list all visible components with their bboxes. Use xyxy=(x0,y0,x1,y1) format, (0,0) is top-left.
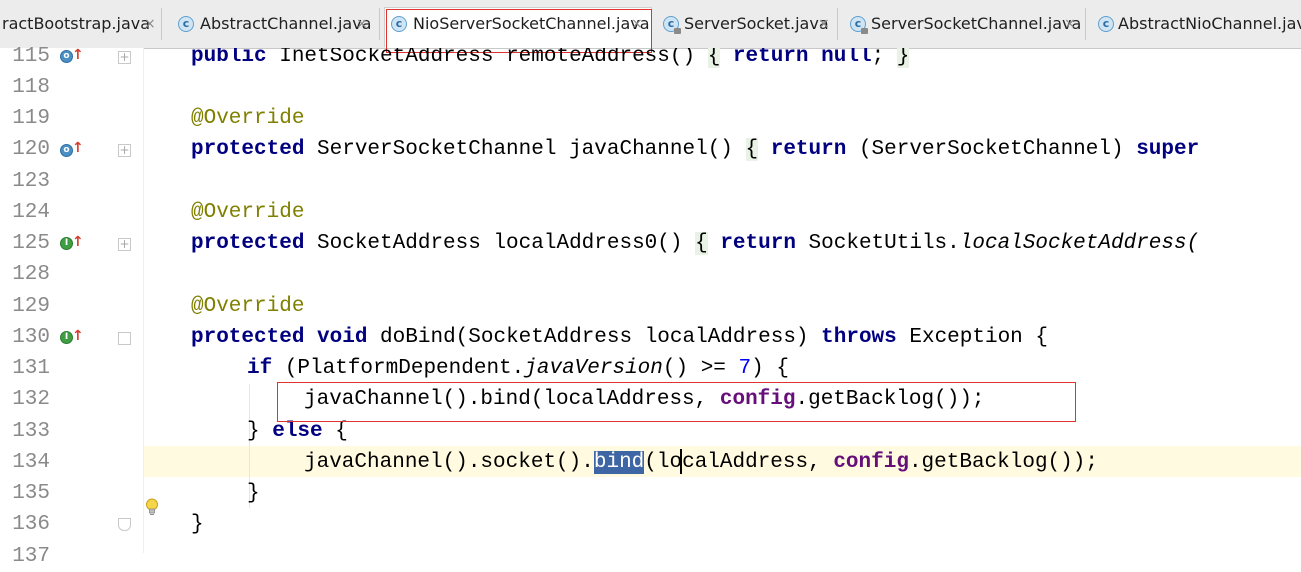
code-line-129: @Override xyxy=(191,295,305,318)
close-icon[interactable]: × xyxy=(631,8,643,40)
code-line-134: javaChannel().socket().bind(localAddress… xyxy=(304,451,1098,474)
line-number: 136 xyxy=(12,513,50,536)
class-icon: c xyxy=(1098,16,1114,32)
navigate-up-arrow-icon[interactable]: ↑ xyxy=(72,327,84,345)
line-number: 131 xyxy=(12,357,50,380)
line-number: 133 xyxy=(12,420,50,443)
code-line-130: protected void doBind(SocketAddress loca… xyxy=(191,326,1048,349)
code-line-135: } xyxy=(247,482,260,505)
line-number: 115 xyxy=(12,45,50,68)
code-line-120: protected ServerSocketChannel javaChanne… xyxy=(191,138,1200,161)
tab-abstract-bootstrap[interactable]: ractBootstrap.java × xyxy=(0,8,162,40)
line-number: 130 xyxy=(12,326,50,349)
locked-class-icon: c xyxy=(663,16,681,34)
line-number: 132 xyxy=(12,388,50,411)
class-icon: c xyxy=(178,16,194,32)
navigate-up-arrow-icon[interactable]: ↑ xyxy=(72,46,84,64)
code-line-133: } else { xyxy=(247,420,348,443)
line-number: 129 xyxy=(12,295,50,318)
line-number: 124 xyxy=(12,201,50,224)
code-editor[interactable]: public InetSocketAddress remoteAddress()… xyxy=(144,48,1301,553)
locked-class-icon: c xyxy=(850,16,868,34)
fold-expand-icon[interactable]: + xyxy=(118,51,131,64)
line-number: 137 xyxy=(12,545,50,568)
fold-collapse-icon[interactable] xyxy=(118,332,131,345)
code-line-131: if (PlatformDependent.javaVersion() >= 7… xyxy=(247,357,789,380)
code-line-115: public InetSocketAddress remoteAddress()… xyxy=(191,48,910,72)
fold-end-icon[interactable] xyxy=(118,518,131,531)
class-icon: c xyxy=(391,16,407,32)
tab-server-socket[interactable]: c ServerSocket.java × xyxy=(656,8,838,40)
tab-nio-server-socket-channel[interactable]: c NioServerSocketChannel.java × xyxy=(384,7,652,48)
fold-expand-icon[interactable]: + xyxy=(118,144,131,157)
line-number: 128 xyxy=(12,263,50,286)
close-icon[interactable]: × xyxy=(818,8,830,40)
close-icon[interactable]: × xyxy=(356,8,368,40)
tab-label: AbstractNioChannel.java xyxy=(1118,14,1301,33)
tab-server-socket-channel[interactable]: c ServerSocketChannel.java × xyxy=(840,8,1086,40)
line-number: 134 xyxy=(12,451,50,474)
code-line-132: javaChannel().bind(localAddress, config.… xyxy=(304,388,985,411)
close-icon[interactable]: × xyxy=(1064,8,1076,40)
tab-label: ractBootstrap.java xyxy=(2,14,151,33)
line-number: 135 xyxy=(12,482,50,505)
tab-abstract-nio-channel[interactable]: c AbstractNioChannel.java xyxy=(1088,8,1301,40)
tab-abstract-channel[interactable]: c AbstractChannel.java × xyxy=(166,8,380,40)
line-number: 120 xyxy=(12,138,50,161)
navigate-up-arrow-icon[interactable]: ↑ xyxy=(72,139,84,157)
editor-tab-bar: ractBootstrap.java × c AbstractChannel.j… xyxy=(0,0,1301,49)
text-caret xyxy=(680,449,682,474)
tab-label: ServerSocket.java xyxy=(684,14,829,33)
tab-label: ServerSocketChannel.java xyxy=(871,14,1082,33)
line-number: 123 xyxy=(12,170,50,193)
code-line-124: @Override xyxy=(191,201,305,224)
code-line-136: } xyxy=(191,513,204,536)
code-line-125: protected SocketAddress localAddress0() … xyxy=(191,232,1200,255)
close-icon[interactable]: × xyxy=(144,8,156,40)
tab-label: NioServerSocketChannel.java xyxy=(413,14,650,33)
fold-expand-icon[interactable]: + xyxy=(118,238,131,251)
editor-gutter: 115 118 119 120 123 124 125 128 129 130 … xyxy=(0,45,158,568)
navigate-up-arrow-icon[interactable]: ↑ xyxy=(72,233,84,251)
line-number: 125 xyxy=(12,232,50,255)
line-number: 119 xyxy=(12,107,50,130)
code-line-119: @Override xyxy=(191,107,305,130)
line-number: 118 xyxy=(12,76,50,99)
tab-label: AbstractChannel.java xyxy=(200,14,372,33)
selected-text: bind xyxy=(593,451,645,474)
